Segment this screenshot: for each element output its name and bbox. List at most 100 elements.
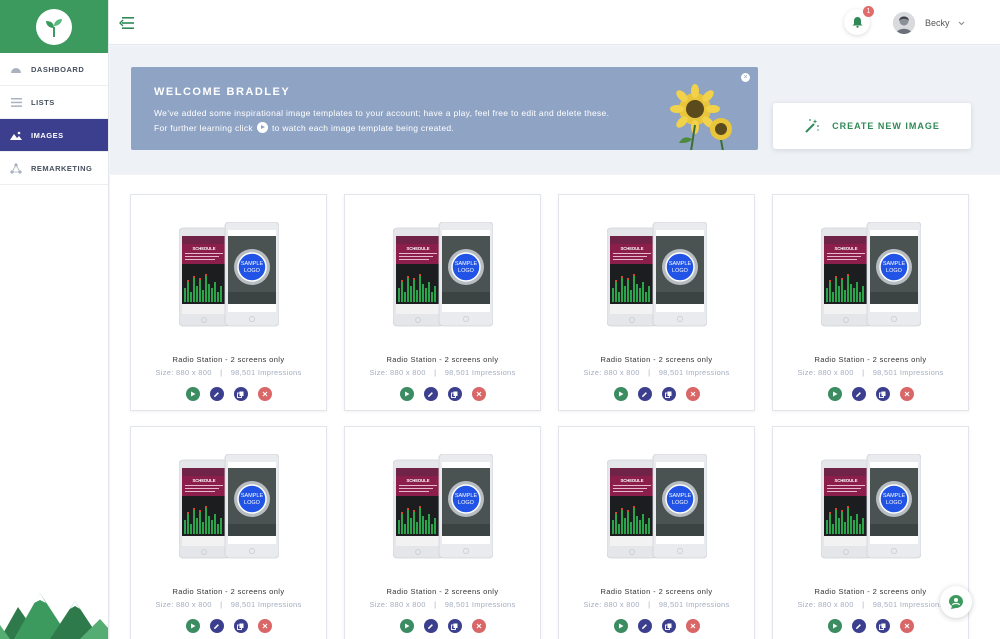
- delete-button[interactable]: [685, 619, 700, 633]
- avatar: [893, 12, 915, 34]
- pencil-icon: [856, 623, 861, 629]
- template-actions: [773, 387, 968, 401]
- duplicate-button[interactable]: [661, 387, 676, 401]
- template-meta: Size: 880 x 800 | 98,501 Impressions: [773, 368, 968, 377]
- play-button[interactable]: [399, 619, 414, 633]
- delete-button[interactable]: [471, 387, 486, 401]
- play-icon: [832, 623, 837, 629]
- duplicate-button[interactable]: [661, 619, 676, 633]
- size-label: Size:: [369, 600, 388, 609]
- duplicate-button[interactable]: [233, 619, 248, 633]
- close-icon: [476, 391, 481, 397]
- close-icon: [904, 623, 909, 629]
- user-menu[interactable]: Becky: [893, 12, 965, 34]
- template-card[interactable]: SCHEDULE SAMPLE LOGO Radio Station - 2 s…: [558, 194, 755, 411]
- edit-button[interactable]: [637, 619, 652, 633]
- template-meta: Size: 880 x 800 | 98,501 Impressions: [559, 368, 754, 377]
- delete-button[interactable]: [257, 619, 272, 633]
- play-button[interactable]: [185, 619, 200, 633]
- size-label: Size:: [583, 368, 602, 377]
- play-icon: [190, 391, 195, 397]
- menu-collapse-icon[interactable]: [119, 16, 135, 30]
- play-button[interactable]: [613, 619, 628, 633]
- template-actions: [131, 387, 326, 401]
- duplicate-button[interactable]: [447, 387, 462, 401]
- edit-button[interactable]: [209, 619, 224, 633]
- close-icon[interactable]: ×: [741, 73, 750, 82]
- notifications-button[interactable]: 1: [844, 6, 874, 35]
- delete-button[interactable]: [899, 387, 914, 401]
- play-button[interactable]: [399, 387, 414, 401]
- duplicate-button[interactable]: [875, 619, 890, 633]
- create-new-image-label: CREATE NEW IMAGE: [832, 121, 940, 131]
- template-size: 880 x 800: [176, 368, 212, 377]
- template-card[interactable]: SCHEDULE SAMPLE LOGO Radio Station - 2 s…: [344, 194, 541, 411]
- copy-icon: [237, 623, 244, 630]
- welcome-text-after: to watch each image template being creat…: [271, 123, 455, 133]
- template-meta: Size: 880 x 800 | 98,501 Impressions: [773, 600, 968, 609]
- template-card[interactable]: SCHEDULE SAMPLE LOGO Radio Station - 2 s…: [130, 426, 327, 639]
- welcome-text-line2: For further learning click to watch each …: [154, 122, 455, 134]
- edit-button[interactable]: [637, 387, 652, 401]
- template-impressions: 98,501 Impressions: [230, 368, 302, 377]
- delete-button[interactable]: [257, 387, 272, 401]
- template-card[interactable]: SCHEDULE SAMPLE LOGO Radio Station - 2 s…: [130, 194, 327, 411]
- delete-button[interactable]: [471, 619, 486, 633]
- play-button[interactable]: [827, 387, 842, 401]
- copy-icon: [879, 391, 886, 398]
- template-actions: [131, 619, 326, 633]
- template-thumbnail: SCHEDULE SAMPLE LOGO: [393, 222, 493, 327]
- copy-icon: [665, 391, 672, 398]
- duplicate-button[interactable]: [875, 387, 890, 401]
- svg-text:LOGO: LOGO: [672, 268, 689, 274]
- delete-button[interactable]: [899, 619, 914, 633]
- svg-text:SCHEDULE: SCHEDULE: [834, 478, 857, 483]
- delete-button[interactable]: [685, 387, 700, 401]
- template-actions: [345, 619, 540, 633]
- edit-button[interactable]: [209, 387, 224, 401]
- sidebar-item-label: REMARKETING: [31, 163, 93, 173]
- template-card[interactable]: SCHEDULE SAMPLE LOGO Radio Station - 2 s…: [558, 426, 755, 639]
- template-thumbnail: SCHEDULE SAMPLE LOGO: [179, 222, 279, 327]
- template-size: 880 x 800: [604, 368, 640, 377]
- close-icon: [262, 623, 267, 629]
- chat-support-button[interactable]: [940, 586, 972, 618]
- sidebar-item-remarketing[interactable]: REMARKETING: [0, 152, 108, 185]
- duplicate-button[interactable]: [447, 619, 462, 633]
- chevron-down-icon: [958, 21, 964, 25]
- app-logo-area[interactable]: [0, 0, 108, 53]
- template-impressions: 98,501 Impressions: [444, 368, 516, 377]
- pencil-icon: [642, 391, 647, 397]
- sidebar-item-lists[interactable]: LISTS: [0, 86, 108, 119]
- close-icon: [262, 391, 267, 397]
- size-label: Size:: [797, 368, 816, 377]
- template-title: Radio Station - 2 screens only: [386, 355, 499, 364]
- template-impressions: 98,501 Impressions: [872, 600, 944, 609]
- svg-text:SAMPLE: SAMPLE: [883, 493, 906, 499]
- edit-button[interactable]: [851, 619, 866, 633]
- play-icon: [618, 391, 623, 397]
- sidebar-item-dashboard[interactable]: DASHBOARD: [0, 53, 108, 86]
- template-title: Radio Station - 2 screens only: [172, 355, 285, 364]
- play-circle-icon[interactable]: [256, 122, 268, 134]
- welcome-text-before: For further learning click: [154, 123, 253, 133]
- edit-button[interactable]: [423, 387, 438, 401]
- edit-button[interactable]: [423, 619, 438, 633]
- template-card[interactable]: SCHEDULE SAMPLE LOGO Radio Station - 2 s…: [772, 194, 969, 411]
- meta-divider: |: [862, 600, 865, 609]
- template-card[interactable]: SCHEDULE SAMPLE LOGO Radio Station - 2 s…: [772, 426, 969, 639]
- duplicate-button[interactable]: [233, 387, 248, 401]
- pencil-icon: [856, 391, 861, 397]
- template-actions: [345, 387, 540, 401]
- remarketing-network-icon: [10, 162, 22, 174]
- play-button[interactable]: [613, 387, 628, 401]
- create-new-image-button[interactable]: CREATE NEW IMAGE: [773, 103, 971, 149]
- svg-text:SAMPLE: SAMPLE: [455, 493, 478, 499]
- template-impressions: 98,501 Impressions: [658, 600, 730, 609]
- sidebar-item-images[interactable]: IMAGES: [0, 119, 108, 152]
- edit-button[interactable]: [851, 387, 866, 401]
- play-button[interactable]: [827, 619, 842, 633]
- template-thumbnail: SCHEDULE SAMPLE LOGO: [821, 454, 921, 559]
- template-card[interactable]: SCHEDULE SAMPLE LOGO Radio Station - 2 s…: [344, 426, 541, 639]
- play-button[interactable]: [185, 387, 200, 401]
